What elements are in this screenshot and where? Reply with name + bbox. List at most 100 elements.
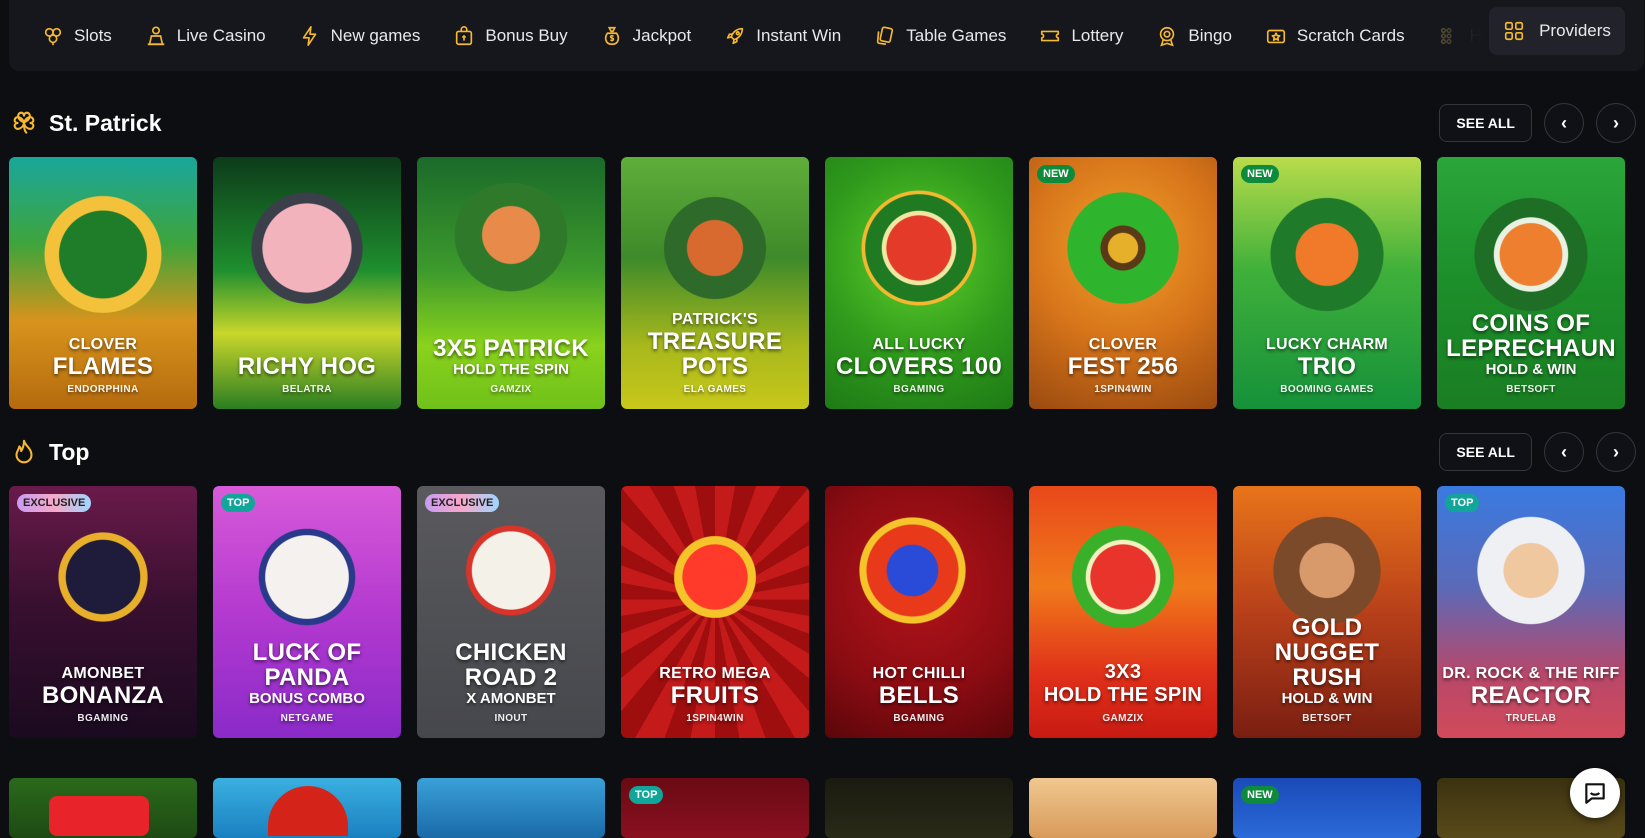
game-card[interactable]: CLOVER FLAMES ENDORPHINA <box>9 157 197 409</box>
chat-button[interactable] <box>1570 768 1620 818</box>
nav-item-label: Lottery <box>1071 25 1124 45</box>
game-title-line1: CLOVER <box>1088 336 1158 353</box>
game-card[interactable]: COINS OF LEPRECHAUN HOLD & WIN BETSOFT <box>1437 157 1625 409</box>
game-card[interactable]: TOP LUCK OF PANDA BONUS COMBO NETGAME <box>213 486 401 738</box>
game-card[interactable]: NEW LUCKY CHARM TRIO BOOMING GAMES <box>1233 157 1421 409</box>
game-card[interactable] <box>825 778 1013 838</box>
flame-icon <box>15 439 33 464</box>
nav-item-bonus-buy[interactable]: Bonus Buy <box>420 0 568 71</box>
game-title-block: AMONBET BONANZA BGAMING <box>9 665 197 724</box>
nav-item-label: Jackpot <box>632 25 692 45</box>
see-all-button[interactable]: SEE ALL <box>1439 433 1532 471</box>
grid-icon <box>1440 27 1452 44</box>
nav-item-jackpot[interactable]: Jackpot <box>568 0 692 71</box>
game-provider: 1SPIN4WIN <box>686 713 744 724</box>
game-title-block: LUCK OF PANDA BONUS COMBO NETGAME <box>213 640 401 724</box>
nav-item-lottery[interactable]: Lottery <box>1006 0 1123 71</box>
new-badge: NEW <box>1241 786 1279 804</box>
game-title-line2: FLAMES <box>52 353 154 380</box>
nav-item-bingo[interactable]: Bingo <box>1123 0 1232 71</box>
game-provider: BETSOFT <box>1302 713 1352 724</box>
game-title-block: CHICKEN ROAD 2 X AMONBET INOUT <box>417 640 605 724</box>
nav-item-label: Bonus Buy <box>485 25 568 45</box>
game-title-line2: GOLD NUGGET RUSH <box>1274 614 1380 691</box>
game-card[interactable] <box>417 778 605 838</box>
game-title-line1: PATRICK'S <box>672 311 758 328</box>
game-card[interactable]: TOP <box>621 778 809 838</box>
nav-item-label: Table Games <box>906 25 1007 45</box>
game-provider: GAMZIX <box>1102 713 1144 724</box>
game-card[interactable]: HOT CHILLI BELLS BGAMING <box>825 486 1013 738</box>
game-title-line3: HOLD THE SPIN <box>453 361 569 378</box>
game-title-line2: BELLS <box>878 682 960 709</box>
game-provider: BGAMING <box>77 713 129 724</box>
see-all-button[interactable]: SEE ALL <box>1439 104 1532 142</box>
nav-item-new-games[interactable]: New games <box>266 0 421 71</box>
next-button[interactable]: › <box>1596 432 1636 472</box>
game-card[interactable]: EXCLUSIVE CHICKEN ROAD 2 X AMONBET INOUT <box>417 486 605 738</box>
game-card[interactable]: TOP DR. ROCK & THE RIFF REACTOR TRUELAB <box>1437 486 1625 738</box>
game-provider: ELA GAMES <box>683 384 747 395</box>
game-card[interactable] <box>213 778 401 838</box>
nav-item-table-games[interactable]: Table Games <box>841 0 1006 71</box>
game-card[interactable]: EXCLUSIVE AMONBET BONANZA BGAMING <box>9 486 197 738</box>
nav-item-label: Bingo <box>1188 25 1232 45</box>
top-badge: TOP <box>1445 494 1480 512</box>
nav-item-instant-win[interactable]: Instant Win <box>691 0 841 71</box>
game-provider: INOUT <box>494 713 528 724</box>
game-art <box>49 796 149 836</box>
prev-button[interactable]: ‹ <box>1544 103 1584 143</box>
game-card[interactable]: ALL LUCKY CLOVERS 100 BGAMING <box>825 157 1013 409</box>
game-title-line3: HOLD & WIN <box>1485 361 1577 378</box>
game-title-line1: DR. ROCK & THE RIFF <box>1442 665 1620 682</box>
section-title-wrap: Top <box>9 437 89 467</box>
game-title-line2: TRIO <box>1297 353 1357 380</box>
category-nav: Slots Live Casino New games Bonus Buy Ja… <box>9 0 1644 71</box>
nav-item-scratch-cards[interactable]: Scratch Cards <box>1232 0 1405 71</box>
game-card[interactable] <box>9 778 197 838</box>
game-card[interactable] <box>1029 778 1217 838</box>
providers-button[interactable]: Providers <box>1489 7 1625 55</box>
chevron-left-icon: ‹ <box>1561 112 1567 133</box>
game-card[interactable]: RICHY HOG BELATRA <box>213 157 401 409</box>
nav-item-label: Instant Win <box>756 25 842 45</box>
nav-item-label: Slots <box>74 25 112 45</box>
game-title-block: GOLD NUGGET RUSH HOLD & WIN BETSOFT <box>1233 615 1421 724</box>
bag-icon <box>456 25 473 45</box>
nav-item-label: Scratch Cards <box>1296 25 1405 45</box>
game-title-line3: BONUS COMBO <box>249 690 365 707</box>
game-provider: BELATRA <box>282 384 332 395</box>
game-title-block: DR. ROCK & THE RIFF REACTOR TRUELAB <box>1437 665 1625 724</box>
game-card[interactable]: 3X5 PATRICK HOLD THE SPIN GAMZIX <box>417 157 605 409</box>
nav-item-live-casino[interactable]: Live Casino <box>112 0 266 71</box>
section-header-st-patrick: St. Patrick SEE ALL ‹ › <box>9 101 1636 145</box>
new-badge: NEW <box>1241 165 1279 183</box>
game-title-block: 3X5 PATRICK HOLD THE SPIN GAMZIX <box>417 336 605 395</box>
game-title-line2: HOLD THE SPIN <box>1043 684 1203 706</box>
game-title-block: COINS OF LEPRECHAUN HOLD & WIN BETSOFT <box>1437 311 1625 395</box>
game-card[interactable]: NEW <box>1233 778 1421 838</box>
prev-button[interactable]: ‹ <box>1544 432 1584 472</box>
game-card[interactable]: 3X3 HOLD THE SPIN GAMZIX <box>1029 486 1217 738</box>
nav-item-slots[interactable]: Slots <box>9 0 112 71</box>
next-button[interactable]: › <box>1596 103 1636 143</box>
game-title-line2: LUCK OF PANDA <box>252 639 362 691</box>
game-card[interactable]: RETRO MEGA FRUITS 1SPIN4WIN <box>621 486 809 738</box>
game-title-line2: REACTOR <box>1470 682 1592 709</box>
chevron-right-icon: › <box>1613 441 1619 462</box>
dealer-icon <box>147 25 165 45</box>
game-title-line2: CHICKEN ROAD 2 <box>455 639 567 691</box>
game-art <box>242 183 372 313</box>
game-provider: ENDORPHINA <box>67 384 139 395</box>
new-badge: NEW <box>1037 165 1075 183</box>
nav-item-label: New games <box>330 25 421 45</box>
game-title-line1: HOT CHILLI <box>872 665 966 682</box>
section-controls: SEE ALL ‹ › <box>1439 432 1636 472</box>
clover-icon <box>13 111 35 135</box>
game-card[interactable]: NEW CLOVER FEST 256 1SPIN4WIN <box>1029 157 1217 409</box>
game-card[interactable]: PATRICK'S TREASURE POTS ELA GAMES <box>621 157 809 409</box>
nav-item-ho[interactable]: Ho <box>1405 0 1491 71</box>
game-art <box>268 786 348 836</box>
cards-icon <box>877 25 894 45</box>
game-card[interactable]: GOLD NUGGET RUSH HOLD & WIN BETSOFT <box>1233 486 1421 738</box>
